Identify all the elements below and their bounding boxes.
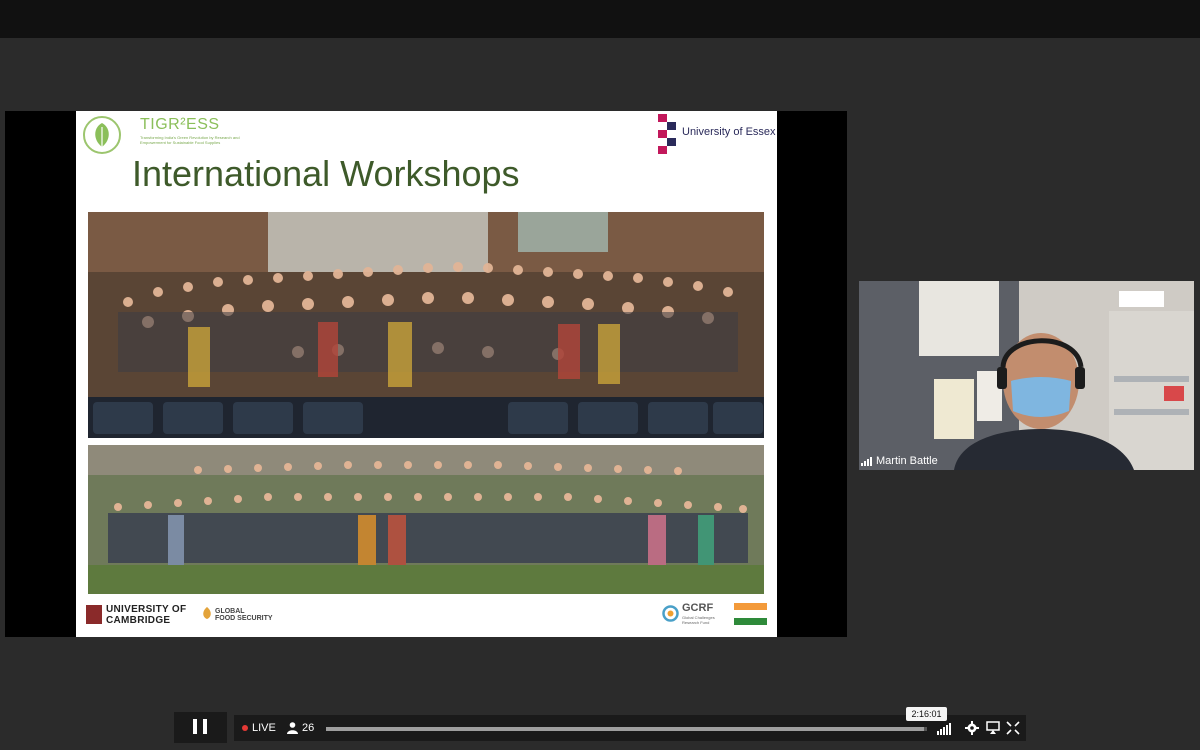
presentation-slide: TIGR²ESS Transforming India's Green Revo…: [76, 111, 777, 637]
gcrf-label: GCRF: [682, 602, 714, 614]
gcrf-subtitle: Global Challenges Research Fund: [682, 615, 715, 625]
live-label[interactable]: LIVE: [252, 722, 276, 734]
participant-video-tile[interactable]: [859, 281, 1194, 470]
participant-label: Martin Battle: [861, 454, 938, 468]
tigress-name: TIGR²ESS: [140, 116, 220, 133]
slide-title: International Workshops: [132, 153, 520, 194]
airplay-icon[interactable]: [986, 721, 1000, 735]
time-tooltip: 2:16:01: [906, 707, 947, 721]
viewer-count: 26: [302, 722, 315, 734]
person-icon: [287, 722, 298, 734]
top-bar: [0, 0, 1200, 38]
cambridge-label-line2: CAMBRIDGE: [106, 615, 171, 626]
fullscreen-icon[interactable]: [1006, 721, 1020, 735]
global-food-security-icon: [203, 607, 211, 619]
gfs-label-line2: FOOD SECURITY: [215, 615, 273, 622]
gear-icon[interactable]: [965, 721, 979, 735]
signal-strength-icon[interactable]: [937, 721, 951, 735]
cambridge-label-line1: UNIVERSITY OF: [106, 604, 187, 615]
group-photo-top: [88, 212, 764, 438]
gfs-label-line1: GLOBAL: [215, 608, 245, 615]
essex-logo-icon: [658, 114, 676, 154]
live-indicator-dot: [242, 725, 248, 731]
tigress-leaf-logo-icon: [83, 116, 121, 154]
pause-button[interactable]: [174, 712, 227, 743]
essex-label: University of Essex: [682, 126, 776, 138]
signal-icon: [861, 456, 872, 466]
pause-icon: [193, 719, 197, 734]
gcrf-logo-icon: [662, 605, 679, 622]
progress-fill: [326, 727, 924, 731]
pause-icon-bar: [203, 719, 207, 734]
india-flag-icon: [734, 603, 767, 625]
tigress-subtitle: Transforming India's Green Revolution by…: [140, 135, 240, 145]
group-photo-bottom: [88, 445, 764, 594]
cambridge-crest-icon: [86, 605, 102, 624]
global-food-security-logo: GLOBAL FOOD SECURITY: [215, 608, 273, 622]
progress-bar[interactable]: [326, 727, 927, 731]
player-controls: LIVE 26: [174, 712, 1026, 743]
cambridge-logo-text: UNIVERSITY OF CAMBRIDGE: [106, 604, 186, 626]
participant-name: Martin Battle: [876, 455, 938, 467]
